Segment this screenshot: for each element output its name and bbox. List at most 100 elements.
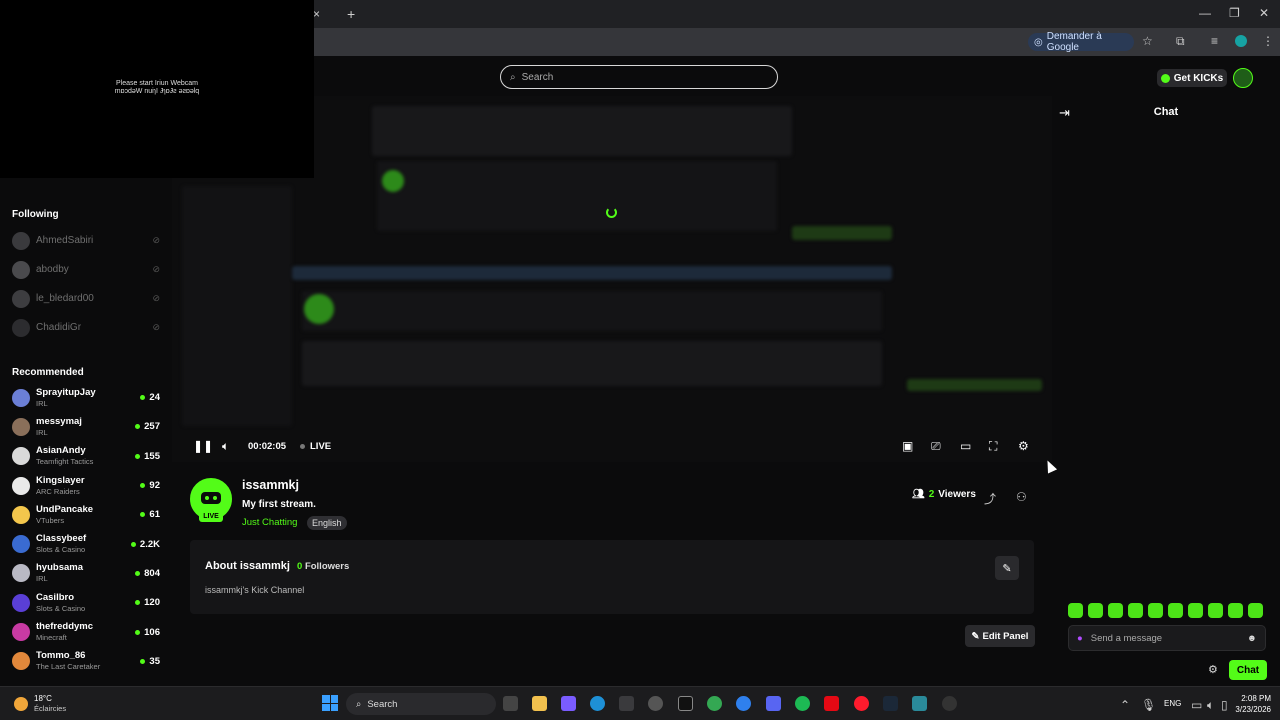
pause-icon[interactable]: ❚❚: [193, 439, 213, 453]
discord-icon[interactable]: [766, 696, 781, 711]
emote-icon[interactable]: [1088, 603, 1103, 618]
edge-icon[interactable]: [590, 696, 605, 711]
avatar: [12, 652, 30, 671]
chrome-icon[interactable]: [707, 696, 722, 711]
get-kicks-button[interactable]: Get KICKs: [1157, 69, 1227, 87]
fullscreen-icon[interactable]: ⛶: [989, 439, 997, 454]
edit-panel-button[interactable]: ✎ Edit Panel: [965, 625, 1035, 647]
recommended-item[interactable]: Kingslayer ARC Raiders 92: [0, 471, 160, 500]
tab-search-icon[interactable]: ≡: [1211, 34, 1218, 48]
emote-icon[interactable]: [1228, 603, 1243, 618]
search-icon: ⌕: [356, 698, 362, 710]
chat-settings-icon[interactable]: ⚙: [1208, 663, 1218, 676]
clock-date[interactable]: 3/23/2026: [1231, 705, 1271, 714]
clip-icon[interactable]: ⎚: [931, 439, 941, 454]
edit-about-button[interactable]: ✎: [995, 556, 1019, 580]
browser-icon[interactable]: [736, 696, 751, 711]
spotify-icon[interactable]: [795, 696, 810, 711]
tab-close-icon[interactable]: ×: [313, 7, 320, 21]
tray-overflow-icon[interactable]: ⌃: [1120, 698, 1130, 712]
clock-time[interactable]: 2:08 PM: [1235, 694, 1271, 703]
emote-icon[interactable]: [1208, 603, 1223, 618]
theater-mode-icon[interactable]: ▭: [960, 439, 971, 453]
offline-icon: ⊘: [152, 264, 160, 274]
browser-menu-icon[interactable]: ⋮: [1262, 34, 1274, 48]
start-windows-icon[interactable]: [322, 695, 338, 711]
task-view-icon[interactable]: [503, 696, 518, 711]
avatar: [12, 318, 30, 337]
following-item[interactable]: ChadidiGr ⊘: [0, 313, 160, 342]
language-tag[interactable]: English: [307, 516, 347, 530]
emote-icon[interactable]: [1148, 603, 1163, 618]
recommended-item[interactable]: Casilbro Slots & Casino 120: [0, 588, 160, 617]
live-dot-icon: [135, 600, 141, 606]
streamer-category: ARC Raiders: [36, 486, 80, 496]
recommended-item[interactable]: Classybeef Slots & Casino 2.2K: [0, 529, 160, 558]
recommended-item[interactable]: hyubsama IRL 804: [0, 559, 160, 588]
extensions-icon[interactable]: ⧉: [1176, 34, 1185, 49]
window-close-icon[interactable]: ✕: [1259, 6, 1269, 20]
steam-icon[interactable]: [883, 696, 898, 711]
viewer-count: 35: [140, 656, 160, 667]
recommended-item[interactable]: AsianAndy Teamfight Tactics 155: [0, 442, 160, 471]
file-explorer-icon[interactable]: [532, 696, 547, 711]
emote-icon[interactable]: [1168, 603, 1183, 618]
user-options-icon[interactable]: ⚇: [1016, 490, 1027, 504]
maximize-icon[interactable]: ❐: [1229, 6, 1240, 20]
viewer-count-value: 106: [144, 626, 160, 638]
recommended-item[interactable]: UndPancake VTubers 61: [0, 500, 160, 529]
send-chat-button[interactable]: Chat: [1229, 660, 1267, 680]
copilot-icon[interactable]: [561, 696, 576, 711]
settings-gear-icon[interactable]: ⚙: [1018, 439, 1029, 453]
capcut-icon[interactable]: [678, 696, 693, 711]
followers-label: Followers: [304, 561, 350, 572]
microphone-tray-icon[interactable]: 🎙︎: [1141, 698, 1156, 712]
emote-icon[interactable]: [1188, 603, 1203, 618]
following-item[interactable]: abodby ⊘: [0, 255, 160, 284]
mini-player-icon[interactable]: ▣: [902, 439, 913, 453]
volume-tray-icon[interactable]: 🔈︎: [1207, 698, 1214, 713]
battery-icon[interactable]: ▯: [1221, 698, 1228, 712]
user-avatar[interactable]: [1233, 68, 1253, 88]
emote-icon[interactable]: [1068, 603, 1083, 618]
capture-app-icon[interactable]: [912, 696, 927, 711]
input-language[interactable]: ENG: [1164, 699, 1181, 708]
emote-bar: [1068, 603, 1263, 618]
emote-icon[interactable]: [1248, 603, 1263, 618]
profile-avatar[interactable]: [1235, 35, 1247, 47]
volume-icon[interactable]: 🔈︎: [222, 439, 229, 454]
chatgpt-icon[interactable]: [648, 696, 663, 711]
emoji-picker-icon[interactable]: ☻: [1247, 633, 1257, 644]
recommended-item[interactable]: Tommo_86 The Last Caretaker 35: [0, 647, 160, 676]
webcam-message-mirrored: mɒɔdəW nuiɿI ɈɿɒɈƨ əƨɒəlq: [114, 88, 200, 95]
emote-icon[interactable]: [1128, 603, 1143, 618]
recommended-item[interactable]: SprayitupJay IRL 24: [0, 383, 160, 412]
weather-description: Éclaircies: [34, 704, 67, 713]
netflix-icon[interactable]: [824, 696, 839, 711]
recommended-item[interactable]: messymaj IRL 257: [0, 412, 160, 441]
channel-name[interactable]: issammkj: [242, 478, 299, 492]
following-item[interactable]: AhmedSabiri ⊘: [0, 226, 160, 255]
emote-icon[interactable]: [1108, 603, 1123, 618]
following-item[interactable]: le_bledard00 ⊘: [0, 284, 160, 313]
opera-icon[interactable]: [854, 696, 869, 711]
kicks-coin-icon: [1160, 73, 1170, 83]
minimize-icon[interactable]: —: [1199, 6, 1211, 20]
network-icon[interactable]: ▭: [1191, 698, 1202, 712]
search-input[interactable]: ⌕ Search: [500, 65, 778, 89]
microphone-icon[interactable]: ●: [1077, 633, 1083, 644]
weather-icon[interactable]: [14, 697, 28, 711]
new-tab-button[interactable]: +: [347, 6, 355, 22]
avatar: [12, 564, 30, 583]
webcam-overlay: Please start Iriun Webcam mɒɔdəW nuiɿI Ɉ…: [0, 0, 314, 178]
chat-message-input[interactable]: ● Send a message ☻: [1068, 625, 1266, 651]
share-icon[interactable]: ⤴: [984, 490, 996, 507]
recommended-item[interactable]: thefreddymc Minecraft 106: [0, 617, 160, 646]
ask-google-button[interactable]: ◎ Demander à Google: [1028, 31, 1134, 53]
bookmark-star-icon[interactable]: ☆: [1142, 34, 1153, 48]
taskbar-search[interactable]: ⌕ Search: [346, 693, 496, 715]
stream-category-link[interactable]: Just Chatting: [242, 517, 297, 528]
streamer-name: Casilbro: [36, 591, 75, 603]
store-icon[interactable]: [619, 696, 634, 711]
obs-icon[interactable]: [942, 696, 957, 711]
